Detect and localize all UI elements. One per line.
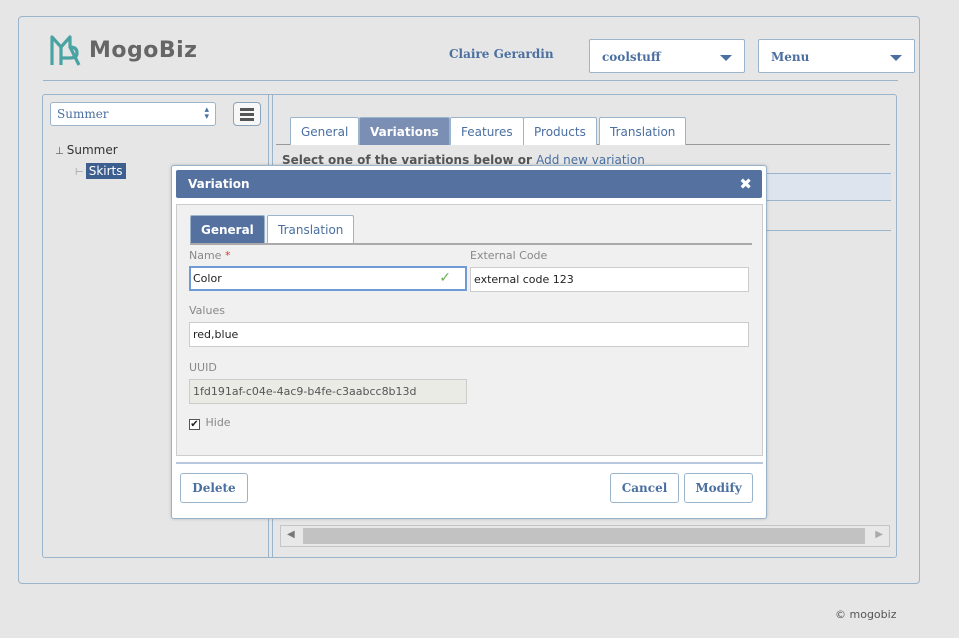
dialog-titlebar: Variation ✖ xyxy=(176,170,762,198)
hide-checkbox[interactable]: ✔ xyxy=(189,419,200,430)
tab-products[interactable]: Products xyxy=(523,117,597,145)
name-label: Name * xyxy=(189,249,230,262)
uuid-field: 1fd191af-c04e-4ac9-b4fe-c3aabcc8b13d xyxy=(189,379,467,404)
scroll-right-icon[interactable]: ▶ xyxy=(875,529,883,540)
hamburger-icon xyxy=(240,108,254,111)
store-select[interactable]: coolstuff xyxy=(589,39,745,73)
variation-dialog: Variation ✖ General Translation Name * C… xyxy=(171,165,767,519)
checkmark-icon: ✓ xyxy=(439,270,451,286)
uuid-label: UUID xyxy=(189,361,217,374)
tab-features[interactable]: Features xyxy=(450,117,524,145)
horizontal-scrollbar[interactable]: ◀ ▶ xyxy=(280,525,890,547)
cancel-button[interactable]: Cancel xyxy=(610,473,679,503)
hide-label: Hide xyxy=(205,416,231,429)
scrollbar-thumb[interactable] xyxy=(303,528,865,544)
values-label: Values xyxy=(189,304,225,317)
dialog-body: General Translation Name * Color ✓ Exter… xyxy=(176,204,763,456)
sidebar-menu-button[interactable] xyxy=(233,102,261,126)
values-input[interactable]: red,blue xyxy=(189,322,749,347)
tree-expand-icon: ⊥ xyxy=(55,146,64,157)
chevron-down-icon xyxy=(720,55,732,61)
tree-item-root[interactable]: ⊥ Summer xyxy=(55,143,118,157)
chevron-down-icon xyxy=(890,55,902,61)
dialog-tab-general[interactable]: General xyxy=(190,215,265,243)
dialog-separator xyxy=(176,462,763,464)
tab-translation[interactable]: Translation xyxy=(599,117,687,145)
hide-checkbox-row[interactable]: ✔ Hide xyxy=(189,416,231,430)
menu-select[interactable]: Menu xyxy=(758,39,915,73)
hamburger-icon xyxy=(240,118,254,121)
name-input-value: Color xyxy=(193,272,222,285)
dialog-title: Variation xyxy=(188,177,250,191)
modify-button[interactable]: Modify xyxy=(684,473,753,503)
footer-copyright: © mogobiz xyxy=(835,608,897,621)
logo[interactable]: MogoBiz xyxy=(49,33,197,67)
user-name-link[interactable]: Claire Gerardin xyxy=(449,47,554,61)
top-header: MogoBiz Claire Gerardin coolstuff Menu xyxy=(43,17,915,81)
tree-leaf-icon: ⊢ xyxy=(75,167,84,178)
tree-item-child[interactable]: ⊢ Skirts xyxy=(75,163,126,179)
scroll-left-icon[interactable]: ◀ xyxy=(287,529,295,540)
external-code-label: External Code xyxy=(470,249,548,262)
dialog-tab-translation[interactable]: Translation xyxy=(267,215,355,243)
delete-button[interactable]: Delete xyxy=(180,473,248,503)
dialog-tabs-baseline xyxy=(190,243,752,245)
name-input[interactable]: Color ✓ xyxy=(189,266,467,291)
tab-variations[interactable]: Variations xyxy=(359,117,450,145)
close-icon[interactable]: ✖ xyxy=(739,175,752,193)
catalog-select[interactable]: Summer ▴ ▾ xyxy=(50,102,216,126)
updown-arrows-icon: ▴ ▾ xyxy=(204,105,209,122)
catalog-select-value: Summer xyxy=(57,107,109,121)
hamburger-icon xyxy=(240,113,254,116)
tree-item-label: Summer xyxy=(66,143,118,157)
tab-general[interactable]: General xyxy=(290,117,360,145)
tree-item-label-selected: Skirts xyxy=(85,163,126,179)
name-label-text: Name xyxy=(189,249,222,262)
store-select-value: coolstuff xyxy=(602,50,661,64)
logo-text: MogoBiz xyxy=(89,37,198,63)
mogobiz-logo-icon xyxy=(50,35,81,66)
menu-select-value: Menu xyxy=(771,50,810,64)
required-marker: * xyxy=(224,249,231,262)
external-code-input[interactable]: external code 123 xyxy=(470,267,749,292)
